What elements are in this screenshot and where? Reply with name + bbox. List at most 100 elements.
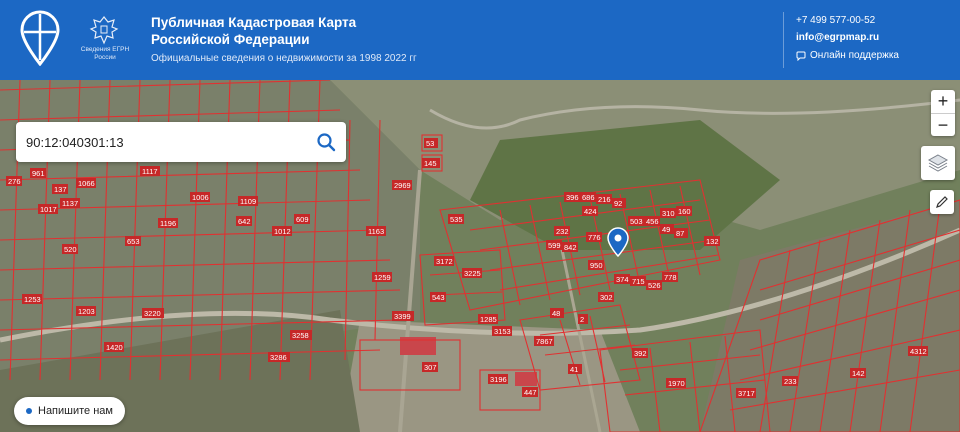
svg-text:41: 41: [570, 365, 578, 374]
svg-text:3153: 3153: [494, 327, 511, 336]
svg-text:1066: 1066: [78, 179, 95, 188]
parcel-label: 950: [588, 260, 604, 270]
svg-text:653: 653: [127, 237, 140, 246]
svg-text:276: 276: [8, 177, 21, 186]
phone-link[interactable]: +7 499 577-00-52: [796, 15, 875, 26]
parcel-label: 374: [614, 274, 630, 284]
svg-text:776: 776: [588, 233, 601, 242]
page-title: Публичная Кадастровая Карта Российской Ф…: [151, 15, 357, 47]
parcel-label: 1117: [140, 166, 160, 176]
svg-text:715: 715: [632, 277, 645, 286]
parcel-label: 3196: [488, 374, 508, 384]
parcel-label: 1006: [190, 192, 210, 202]
svg-text:3172: 3172: [436, 257, 453, 266]
parcel-label: 310: [660, 208, 676, 218]
parcel-label: 1420: [104, 342, 124, 352]
svg-text:216: 216: [598, 195, 611, 204]
parcel-label: 233: [782, 376, 798, 386]
online-support-label: Онлайн поддержка: [810, 50, 899, 61]
parcel-label: 41: [568, 364, 582, 374]
svg-text:310: 310: [662, 209, 675, 218]
svg-text:686: 686: [582, 193, 595, 202]
parcel-label: 447: [522, 387, 538, 397]
emblem-caption: Сведения ЕГРН России: [80, 46, 130, 61]
parcel-label: 609: [294, 214, 310, 224]
svg-text:302: 302: [600, 293, 613, 302]
parcel-label: 160: [676, 206, 692, 216]
svg-text:1420: 1420: [106, 343, 123, 352]
svg-text:1285: 1285: [480, 315, 497, 324]
layers-button[interactable]: [921, 146, 955, 180]
parcel-label: 842: [562, 242, 578, 252]
parcel-label: 715: [630, 276, 646, 286]
zoom-out-button[interactable]: −: [931, 113, 955, 137]
parcel-label: 302: [598, 292, 614, 302]
svg-text:642: 642: [238, 217, 251, 226]
svg-text:503: 503: [630, 217, 643, 226]
svg-text:3220: 3220: [144, 309, 161, 318]
map-pin-logo-icon[interactable]: [20, 10, 60, 66]
parcel-label: 137: [52, 184, 68, 194]
parcel-label: 2: [578, 314, 588, 324]
page-subtitle: Официальные сведения о недвижимости за 1…: [151, 53, 417, 64]
parcel-label: 1017: [38, 204, 58, 214]
parcel-label: 132: [704, 236, 720, 246]
svg-text:1017: 1017: [40, 205, 57, 214]
parcel-label: 1066: [76, 178, 96, 188]
svg-text:160: 160: [678, 207, 691, 216]
svg-text:2969: 2969: [394, 181, 411, 190]
parcel-label: 1196: [158, 218, 178, 228]
chat-status-dot: [26, 408, 32, 414]
svg-text:526: 526: [648, 281, 661, 290]
svg-text:1970: 1970: [668, 379, 685, 388]
svg-text:396: 396: [566, 193, 579, 202]
parcel-label: 1259: [372, 272, 392, 282]
svg-text:53: 53: [426, 139, 434, 148]
parcel-label: 396: [564, 192, 580, 202]
parcel-label: 535: [448, 214, 464, 224]
parcel-label: 3399: [392, 311, 414, 321]
parcel-label: 3286: [268, 352, 290, 362]
parcel-label: 392: [632, 348, 648, 358]
parcel-label: 526: [646, 280, 662, 290]
measure-tool-button[interactable]: [930, 190, 954, 214]
svg-text:132: 132: [706, 237, 719, 246]
svg-text:392: 392: [634, 349, 647, 358]
chat-widget-label: Напишите нам: [38, 405, 113, 417]
parcel-label: 3172: [434, 256, 454, 266]
parcel-label: 543: [430, 292, 446, 302]
chat-widget-button[interactable]: Напишите нам: [14, 397, 125, 425]
header: Сведения ЕГРН России Публичная Кадастров…: [0, 0, 960, 80]
parcel-label: 1109: [238, 196, 258, 206]
svg-text:3717: 3717: [738, 389, 755, 398]
parcel-label: 276: [6, 176, 22, 186]
online-support-link[interactable]: Онлайн поддержка: [796, 50, 899, 61]
search-icon[interactable]: [316, 132, 336, 152]
parcel-label: 1163: [366, 226, 386, 236]
svg-text:447: 447: [524, 388, 537, 397]
parcel-label: 1285: [478, 314, 498, 324]
parcel-label: 2969: [392, 180, 412, 190]
parcel-label: 92: [612, 198, 626, 208]
parcel-label: 776: [586, 232, 602, 242]
zoom-in-button[interactable]: +: [931, 90, 955, 113]
pencil-icon: [936, 196, 948, 208]
svg-text:3225: 3225: [464, 269, 481, 278]
email-link[interactable]: info@egrpmap.ru: [796, 32, 879, 43]
svg-text:374: 374: [616, 275, 629, 284]
svg-text:1196: 1196: [160, 219, 176, 228]
svg-text:92: 92: [614, 199, 622, 208]
svg-text:48: 48: [552, 309, 560, 318]
svg-text:1253: 1253: [24, 295, 41, 304]
svg-text:520: 520: [64, 245, 77, 254]
parcel-label: 48: [550, 308, 564, 318]
svg-text:1203: 1203: [78, 307, 95, 316]
search-input[interactable]: [26, 122, 306, 162]
svg-text:307: 307: [424, 363, 437, 372]
svg-text:842: 842: [564, 243, 577, 252]
parcel-label: 599: [546, 240, 562, 250]
svg-text:543: 543: [432, 293, 445, 302]
parcel-label: 3717: [736, 388, 756, 398]
parcel-label: 503: [628, 216, 644, 226]
chat-bubble-icon: [796, 51, 806, 61]
